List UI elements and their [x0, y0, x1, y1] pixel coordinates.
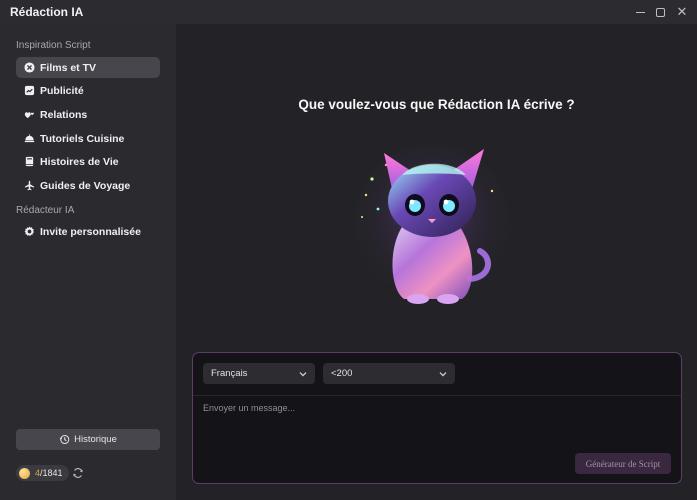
sidebar-item-label: Invite personnalisée — [40, 225, 141, 238]
app-title: Rédaction IA — [10, 5, 84, 19]
page-title: Que voulez-vous que Rédaction IA écrive … — [298, 97, 575, 112]
sidebar-item-invite-personnalisee[interactable]: Invite personnalisée — [16, 221, 160, 242]
credits-total: /1841 — [40, 468, 63, 478]
book-icon — [24, 156, 35, 167]
sidebar-item-histoires-de-vie[interactable]: Histoires de Vie — [16, 151, 160, 172]
sidebar-item-label: Relations — [40, 108, 88, 121]
chevron-down-icon — [299, 371, 307, 377]
language-value: Français — [211, 368, 248, 379]
maximize-icon — [655, 7, 665, 17]
sidebar-item-publicite[interactable]: Publicité — [16, 80, 160, 101]
sidebar-item-label: Tutoriels Cuisine — [40, 132, 125, 145]
sidebar-item-guides-de-voyage[interactable]: Guides de Voyage — [16, 175, 160, 196]
generate-script-label: Générateur de Script — [585, 458, 661, 469]
sidebar-item-tutoriels-cuisine[interactable]: Tutoriels Cuisine — [16, 128, 160, 149]
minimize-button[interactable] — [633, 5, 647, 19]
credits-text: 4/1841 — [35, 468, 63, 478]
film-icon — [24, 62, 35, 73]
sidebar-item-films-tv[interactable]: Films et TV — [16, 57, 160, 78]
generate-script-button[interactable]: Générateur de Script — [575, 453, 671, 474]
close-button[interactable]: ✕ — [675, 5, 689, 19]
message-input[interactable] — [203, 403, 671, 443]
title-bar: Rédaction IA ✕ — [0, 0, 697, 24]
sidebar-item-relations[interactable]: Relations — [16, 104, 160, 125]
cooking-icon — [24, 133, 35, 144]
sidebar-item-label: Guides de Voyage — [40, 179, 131, 192]
history-label: Historique — [74, 434, 117, 445]
plane-icon — [24, 180, 35, 191]
sidebar-item-label: Publicité — [40, 84, 84, 97]
credits-badge: 4/1841 — [16, 465, 69, 481]
maximize-button[interactable] — [653, 5, 667, 19]
length-select[interactable]: <200 — [323, 363, 455, 384]
coin-icon — [19, 467, 30, 479]
message-composer: Français <200 Générateur de Script — [192, 352, 682, 484]
close-icon: ✕ — [676, 4, 688, 19]
length-value: <200 — [331, 368, 353, 379]
refresh-icon[interactable] — [72, 467, 84, 479]
history-icon — [59, 434, 70, 445]
chart-icon — [24, 85, 35, 96]
chevron-down-icon — [439, 371, 447, 377]
section-label-inspiration: Inspiration Script — [16, 40, 91, 51]
composer-divider — [193, 395, 681, 396]
sidebar-item-label: Histoires de Vie — [40, 155, 119, 168]
sidebar: Inspiration Script Films et TV Publicité… — [0, 24, 176, 500]
sidebar-item-label: Films et TV — [40, 61, 97, 74]
minimize-icon — [635, 11, 645, 13]
cat-mascot-icon — [354, 144, 510, 304]
gear-icon — [24, 226, 35, 237]
section-label-writer: Rédacteur IA — [16, 205, 75, 216]
language-select[interactable]: Français — [203, 363, 315, 384]
hearts-icon — [24, 109, 35, 120]
main-area: Que voulez-vous que Rédaction IA écrive … — [176, 24, 697, 500]
history-button[interactable]: Historique — [16, 429, 160, 450]
